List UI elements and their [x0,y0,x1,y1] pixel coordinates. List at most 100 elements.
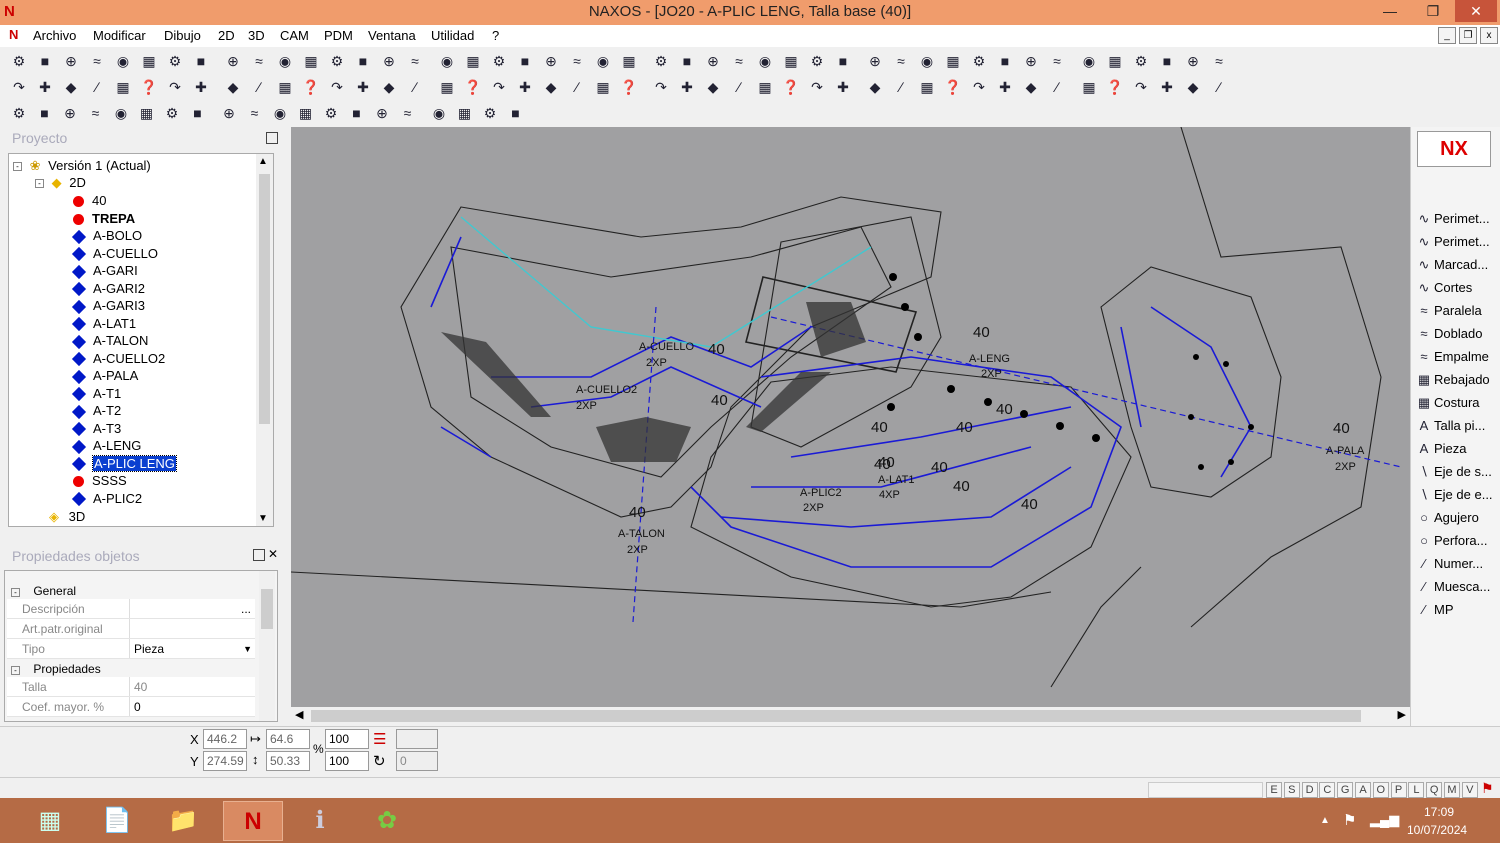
prop-coef[interactable]: Coef. mayor. % 0 [7,697,255,717]
tree-item[interactable]: A-CUELLO [71,245,158,262]
toolbar-button-icon[interactable]: ∕ [88,78,106,96]
toolbar-button-icon[interactable]: ⚙ [10,52,28,70]
toolbar-button-icon[interactable]: ◆ [1184,78,1202,96]
toolbar-button-icon[interactable]: ⚙ [1132,52,1150,70]
scale-x-field[interactable]: 100 [325,729,369,749]
toolbar-button-icon[interactable]: ∕ [406,78,424,96]
toolbar-button-icon[interactable]: ◆ [62,78,80,96]
toolbar-button-icon[interactable]: ≈ [399,104,417,122]
y-coordinate-field[interactable]: 274.59 [203,751,247,771]
prop-value[interactable] [129,619,255,638]
toolbar-button-icon[interactable]: ✚ [192,78,210,96]
tree-item[interactable]: A-T1 [71,385,121,402]
tool-item[interactable]: ∕ Muesca... [1414,576,1496,598]
tool-item[interactable]: ∿ Perimet... [1414,231,1496,253]
toolbar-button-icon[interactable]: ✚ [36,78,54,96]
toolbar-button-icon[interactable]: ❓ [1106,78,1124,96]
status-toggle[interactable]: M [1444,782,1460,798]
tool-item[interactable]: ▦ Costura [1414,392,1496,414]
toolbar-button-icon[interactable]: ✚ [354,78,372,96]
toolbar-button-icon[interactable]: ◉ [276,52,294,70]
align-icon[interactable]: ☰ [373,730,386,748]
folder-taskbar-icon[interactable]: 📁 [153,801,213,841]
toolbar-button-icon[interactable]: ✚ [516,78,534,96]
toolbar-button-icon[interactable]: ↷ [808,78,826,96]
explorer-taskbar-icon[interactable]: 📄 [87,801,147,841]
toolbar-button-icon[interactable]: ■ [348,104,366,122]
tree-root[interactable]: - ❀ Versión 1 (Actual) [13,157,151,174]
toolbar-button-icon[interactable]: ⚙ [970,52,988,70]
tool-item[interactable]: ∕ MP [1414,599,1496,621]
toolbar-button-icon[interactable]: ⊕ [542,52,560,70]
toolbar-button-icon[interactable]: ≈ [87,104,105,122]
tree-item[interactable]: A-LENG [71,437,141,454]
toolbar-button-icon[interactable]: ⚙ [10,104,28,122]
toolbar-button-icon[interactable]: ⚙ [481,104,499,122]
toolbar-button-icon[interactable]: ■ [189,104,207,122]
toolbar-button-icon[interactable]: ⚙ [808,52,826,70]
toolbar-button-icon[interactable]: ∕ [1048,78,1066,96]
toolbar-button-icon[interactable]: ⊕ [1022,52,1040,70]
close-button[interactable]: ✕ [1455,0,1497,22]
toolbar-button-icon[interactable]: ↷ [490,78,508,96]
prop-value[interactable] [129,599,255,618]
toolbar-button-icon[interactable]: ↷ [10,78,28,96]
toolbar-button-icon[interactable]: ↷ [166,78,184,96]
toolbar-button-icon[interactable]: ≈ [406,52,424,70]
menu-cam[interactable]: CAM [280,28,309,43]
menu-3d[interactable]: 3D [248,28,265,43]
tool-item[interactable]: A Talla pi... [1414,415,1496,437]
panel-pin-icon[interactable] [266,132,278,144]
tree-item[interactable]: A-CUELLO2 [71,350,165,367]
toolbar-button-icon[interactable]: ⚙ [163,104,181,122]
toolbar-button-icon[interactable]: ◉ [756,52,774,70]
tool-item[interactable]: ∖ Eje de e... [1414,484,1496,506]
toolbar-button-icon[interactable]: ✚ [996,78,1014,96]
minimize-button[interactable]: — [1375,0,1405,22]
status-toggle[interactable]: V [1461,782,1478,798]
tool-item[interactable]: ∿ Marcad... [1414,254,1496,276]
toolbar-button-icon[interactable]: ■ [996,52,1014,70]
tool-item[interactable]: ○ Perfora... [1414,530,1496,552]
toolbar-button-icon[interactable]: ■ [36,104,54,122]
info-taskbar-icon[interactable]: ℹ [290,801,350,841]
tray-arrow-icon[interactable]: ▲ [1320,815,1330,826]
toolbar-button-icon[interactable]: ⚙ [322,104,340,122]
toolbar-button-icon[interactable]: ↷ [652,78,670,96]
prop-talla[interactable]: Talla 40 [7,677,255,697]
tree-item[interactable]: A-LAT1 [71,315,136,332]
toolbar-button-icon[interactable]: ◆ [542,78,560,96]
toolbar-button-icon[interactable]: ◉ [112,104,130,122]
toolbar-button-icon[interactable]: ■ [516,52,534,70]
tool-item[interactable]: ∿ Perimet... [1414,208,1496,230]
menu-2d[interactable]: 2D [218,28,235,43]
toolbar-button-icon[interactable]: ⊕ [224,52,242,70]
toolbar-button-icon[interactable]: ✚ [678,78,696,96]
toolbar-button-icon[interactable]: ▦ [464,52,482,70]
tree-item[interactable]: SSSS [73,472,127,489]
toolbar-button-icon[interactable]: ↷ [1132,78,1150,96]
toolbar-button-icon[interactable]: ≈ [892,52,910,70]
toolbar-button-icon[interactable]: ■ [192,52,210,70]
toolbar-button-icon[interactable]: ❓ [302,78,320,96]
toolbar-button-icon[interactable]: ⊕ [220,104,238,122]
status-toggle[interactable]: A [1355,782,1371,798]
toolbar-button-icon[interactable]: ▦ [756,78,774,96]
toolbar-button-icon[interactable]: ⚙ [652,52,670,70]
network-tray-icon[interactable]: ▂▄▆ [1370,812,1399,828]
toolbar-button-icon[interactable]: ◆ [704,78,722,96]
mdi-minimize-button[interactable]: _ [1438,27,1456,44]
toolbar-button-icon[interactable]: ■ [354,52,372,70]
toolbar-button-icon[interactable]: ◉ [271,104,289,122]
toolbar-button-icon[interactable]: ◉ [114,52,132,70]
toolbar-button-icon[interactable]: ◉ [1080,52,1098,70]
toolbar-button-icon[interactable]: ⊕ [61,104,79,122]
toolbar-button-icon[interactable]: ⚙ [166,52,184,70]
menu-pdm[interactable]: PDM [324,28,353,43]
scroll-up-icon[interactable]: ▲ [258,156,268,167]
tool-item[interactable]: A Pieza [1414,438,1496,460]
scroll-down-icon[interactable]: ▼ [258,513,268,524]
tree-scrollbar[interactable]: ▲ ▼ [256,154,273,526]
toolbar-button-icon[interactable]: ■ [507,104,525,122]
flag-tray-icon[interactable]: ⚑ [1343,811,1356,829]
